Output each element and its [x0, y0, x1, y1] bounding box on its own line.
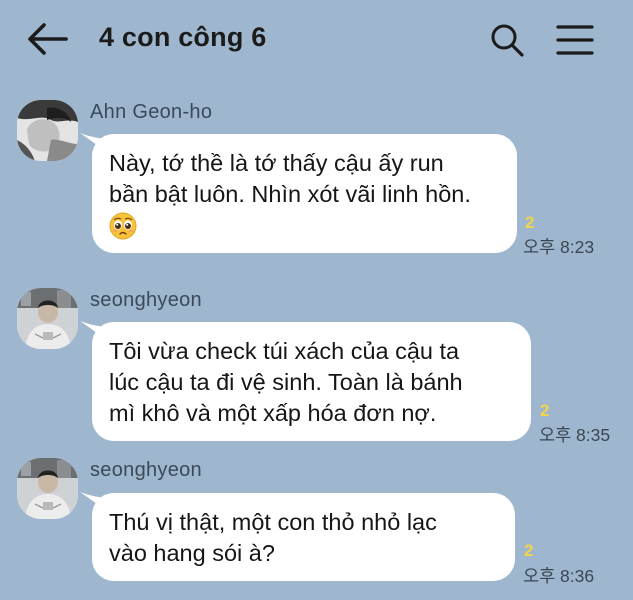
message-text-line: lúc cậu ta đi vệ sinh. Toàn là bánh	[109, 369, 463, 395]
hamburger-menu-icon[interactable]	[556, 24, 594, 56]
sender-name: Ahn Geon-ho	[90, 101, 213, 123]
message-text-line: vào hang sói à?	[109, 540, 275, 566]
pleading-face-emoji	[109, 210, 499, 241]
unread-count: 2	[524, 541, 534, 560]
message-bubble[interactable]: Thú vị thật, một con thỏ nhỏ lạc vào han…	[92, 493, 515, 581]
message-bubble[interactable]: Này, tớ thề là tớ thấy cậu ấy run bần bậ…	[92, 134, 517, 253]
chat-header: 4 con công 6	[0, 0, 633, 80]
timestamp: 오후 8:35	[539, 425, 611, 445]
avatar[interactable]	[17, 100, 78, 161]
message-text-line: bần bật luôn. Nhìn xót vãi linh hồn.	[109, 181, 471, 207]
timestamp: 오후 8:36	[523, 566, 595, 586]
search-icon[interactable]	[489, 22, 525, 58]
timestamp: 오후 8:23	[523, 237, 595, 257]
back-arrow-icon[interactable]	[26, 22, 68, 56]
sender-name: seonghyeon	[90, 459, 202, 481]
avatar-photo	[17, 458, 78, 519]
message-bubble[interactable]: Tôi vừa check túi xách của cậu ta lúc cậ…	[92, 322, 531, 441]
sender-name: seonghyeon	[90, 289, 202, 311]
chat-title: 4 con công 6	[99, 22, 267, 52]
message-text-line: Thú vị thật, một con thỏ nhỏ lạc	[109, 509, 437, 535]
avatar-photo	[17, 100, 78, 161]
message-text-line: mì khô và một xấp hóa đơn nợ.	[109, 400, 437, 426]
message-text-line: Này, tớ thề là tớ thấy cậu ấy run	[109, 150, 444, 176]
unread-count: 2	[525, 213, 535, 232]
avatar[interactable]	[17, 288, 78, 349]
unread-count: 2	[540, 401, 550, 420]
message-text-line: Tôi vừa check túi xách của cậu ta	[109, 338, 460, 364]
avatar[interactable]	[17, 458, 78, 519]
avatar-photo	[17, 288, 78, 349]
